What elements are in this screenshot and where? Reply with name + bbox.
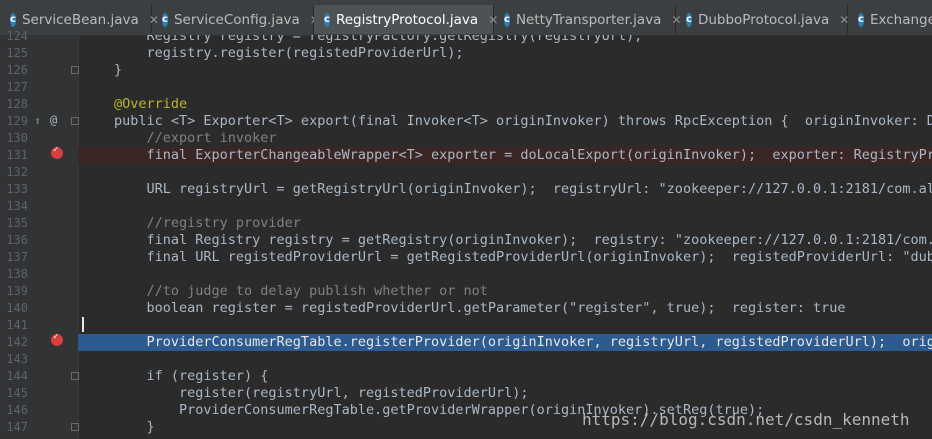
java-class-icon: c: [162, 12, 168, 27]
java-class-icon: c: [10, 12, 16, 27]
code-line[interactable]: }: [78, 62, 932, 79]
code-text: public <T> Exporter<T> export(final Invo…: [114, 113, 932, 129]
line-number: 139: [6, 284, 28, 298]
code-line[interactable]: register(registryUrl, registedProviderUr…: [78, 385, 932, 402]
code-line[interactable]: boolean register = registedProviderUrl.g…: [78, 300, 932, 317]
code-line[interactable]: [78, 317, 932, 334]
tab-label: DubboProtocol.java: [697, 11, 830, 28]
watermark: https://blog.csdn.net/csdn_kenneth: [582, 410, 910, 429]
line-number: 133: [6, 182, 28, 196]
code-line[interactable]: registry.register(registedProviderUrl);: [78, 45, 932, 62]
code-text: //registry provider: [114, 215, 301, 231]
line-number: 137: [6, 250, 28, 264]
code-text: register(registryUrl, registedProviderUr…: [114, 385, 529, 401]
line-number: 141: [6, 318, 28, 332]
code-line[interactable]: //to judge to delay publish whether or n…: [78, 283, 932, 300]
code-line-current[interactable]: ProviderConsumerRegTable.registerProvide…: [78, 334, 932, 351]
line-number: 127: [6, 80, 28, 94]
code-line[interactable]: final URL registedProviderUrl = getRegis…: [78, 249, 932, 266]
code-text: }: [114, 62, 123, 78]
code-text: URL registryUrl = getRegistryUrl(originI…: [114, 181, 932, 197]
code-line[interactable]: [78, 266, 932, 283]
code-text: final URL registedProviderUrl = getRegis…: [114, 249, 932, 265]
java-class-icon: c: [324, 12, 330, 27]
code-line[interactable]: [78, 351, 932, 368]
text-caret: [82, 317, 84, 332]
tab-service-config[interactable]: c ServiceConfig.java ✕: [152, 5, 320, 34]
code-line[interactable]: if (register) {: [78, 368, 932, 385]
line-number: 131: [6, 148, 28, 162]
tab-netty-transporter[interactable]: c NettyTransporter.java ✕: [494, 5, 682, 34]
line-number: 142: [6, 335, 28, 349]
line-number: 129: [6, 114, 28, 128]
code-line[interactable]: //registry provider: [78, 215, 932, 232]
overrides-method-icon[interactable]: ⬆: [34, 114, 41, 128]
java-class-icon: c: [686, 12, 692, 27]
java-class-icon: c: [858, 12, 864, 27]
line-number: 132: [6, 165, 28, 179]
line-number: 138: [6, 267, 28, 281]
tab-registry-protocol[interactable]: c RegistryProtocol.java ✕: [314, 5, 498, 34]
code-line[interactable]: final Registry registry = getRegistry(or…: [78, 232, 932, 249]
code-line[interactable]: @Override: [78, 96, 932, 113]
tab-label: Exchange: [869, 11, 932, 28]
line-number: 128: [6, 97, 28, 111]
code-line[interactable]: public <T> Exporter<T> export(final Invo…: [78, 113, 932, 130]
line-number-gutter[interactable]: 124 125 126 127 128 129 130 131 132 133 …: [0, 29, 79, 439]
breakpoint-icon[interactable]: [51, 145, 63, 159]
code-line[interactable]: [78, 198, 932, 215]
tab-label: ServiceBean.java: [21, 11, 139, 28]
code-text: final Registry registry = getRegistry(or…: [114, 232, 932, 248]
code-line[interactable]: [78, 164, 932, 181]
line-number: 143: [6, 352, 28, 366]
code-text: registry.register(registedProviderUrl);: [114, 45, 464, 61]
line-number: 126: [6, 63, 28, 77]
tab-label: NettyTransporter.java: [515, 11, 662, 28]
breakpoint-icon[interactable]: [51, 332, 63, 346]
code-text: @Override: [114, 96, 188, 112]
line-number: 144: [6, 369, 28, 383]
code-text: //to judge to delay publish whether or n…: [114, 283, 488, 299]
code-line[interactable]: URL registryUrl = getRegistryUrl(originI…: [78, 181, 932, 198]
line-number: 147: [6, 420, 28, 434]
java-class-icon: c: [504, 12, 510, 27]
code-line[interactable]: //export invoker: [78, 130, 932, 147]
line-number: 136: [6, 233, 28, 247]
editor-tab-bar: c ServiceBean.java ✕ c ServiceConfig.jav…: [0, 0, 932, 36]
code-text: }: [114, 419, 155, 435]
line-number: 140: [6, 301, 28, 315]
tab-exchange[interactable]: c Exchange: [848, 5, 932, 34]
line-number: 134: [6, 199, 28, 213]
tab-label: RegistryProtocol.java: [335, 11, 479, 28]
code-text: if (register) {: [114, 368, 269, 384]
annotation-marker-icon[interactable]: @: [50, 113, 57, 127]
line-number: 145: [6, 386, 28, 400]
line-number: 125: [6, 46, 28, 60]
line-number: 135: [6, 216, 28, 230]
tab-dubbo-protocol[interactable]: c DubboProtocol.java ✕: [676, 5, 849, 34]
code-line[interactable]: [78, 79, 932, 96]
code-text: //export invoker: [114, 130, 277, 146]
code-text: Registry registry = registryFactory.getR…: [114, 35, 643, 44]
line-number: 124: [6, 29, 28, 43]
tab-label: ServiceConfig.java: [173, 11, 300, 28]
code-text: ProviderConsumerRegTable.registerProvide…: [114, 334, 932, 350]
code-text: final ExporterChangeableWrapper<T> expor…: [114, 147, 932, 163]
code-line[interactable]: Registry registry = registryFactory.getR…: [78, 35, 932, 45]
code-line-breakpoint[interactable]: final ExporterChangeableWrapper<T> expor…: [78, 147, 932, 164]
code-editor[interactable]: Registry registry = registryFactory.getR…: [78, 35, 932, 439]
line-number: 146: [6, 403, 28, 417]
code-text: boolean register = registedProviderUrl.g…: [114, 300, 846, 316]
line-number: 130: [6, 131, 28, 145]
